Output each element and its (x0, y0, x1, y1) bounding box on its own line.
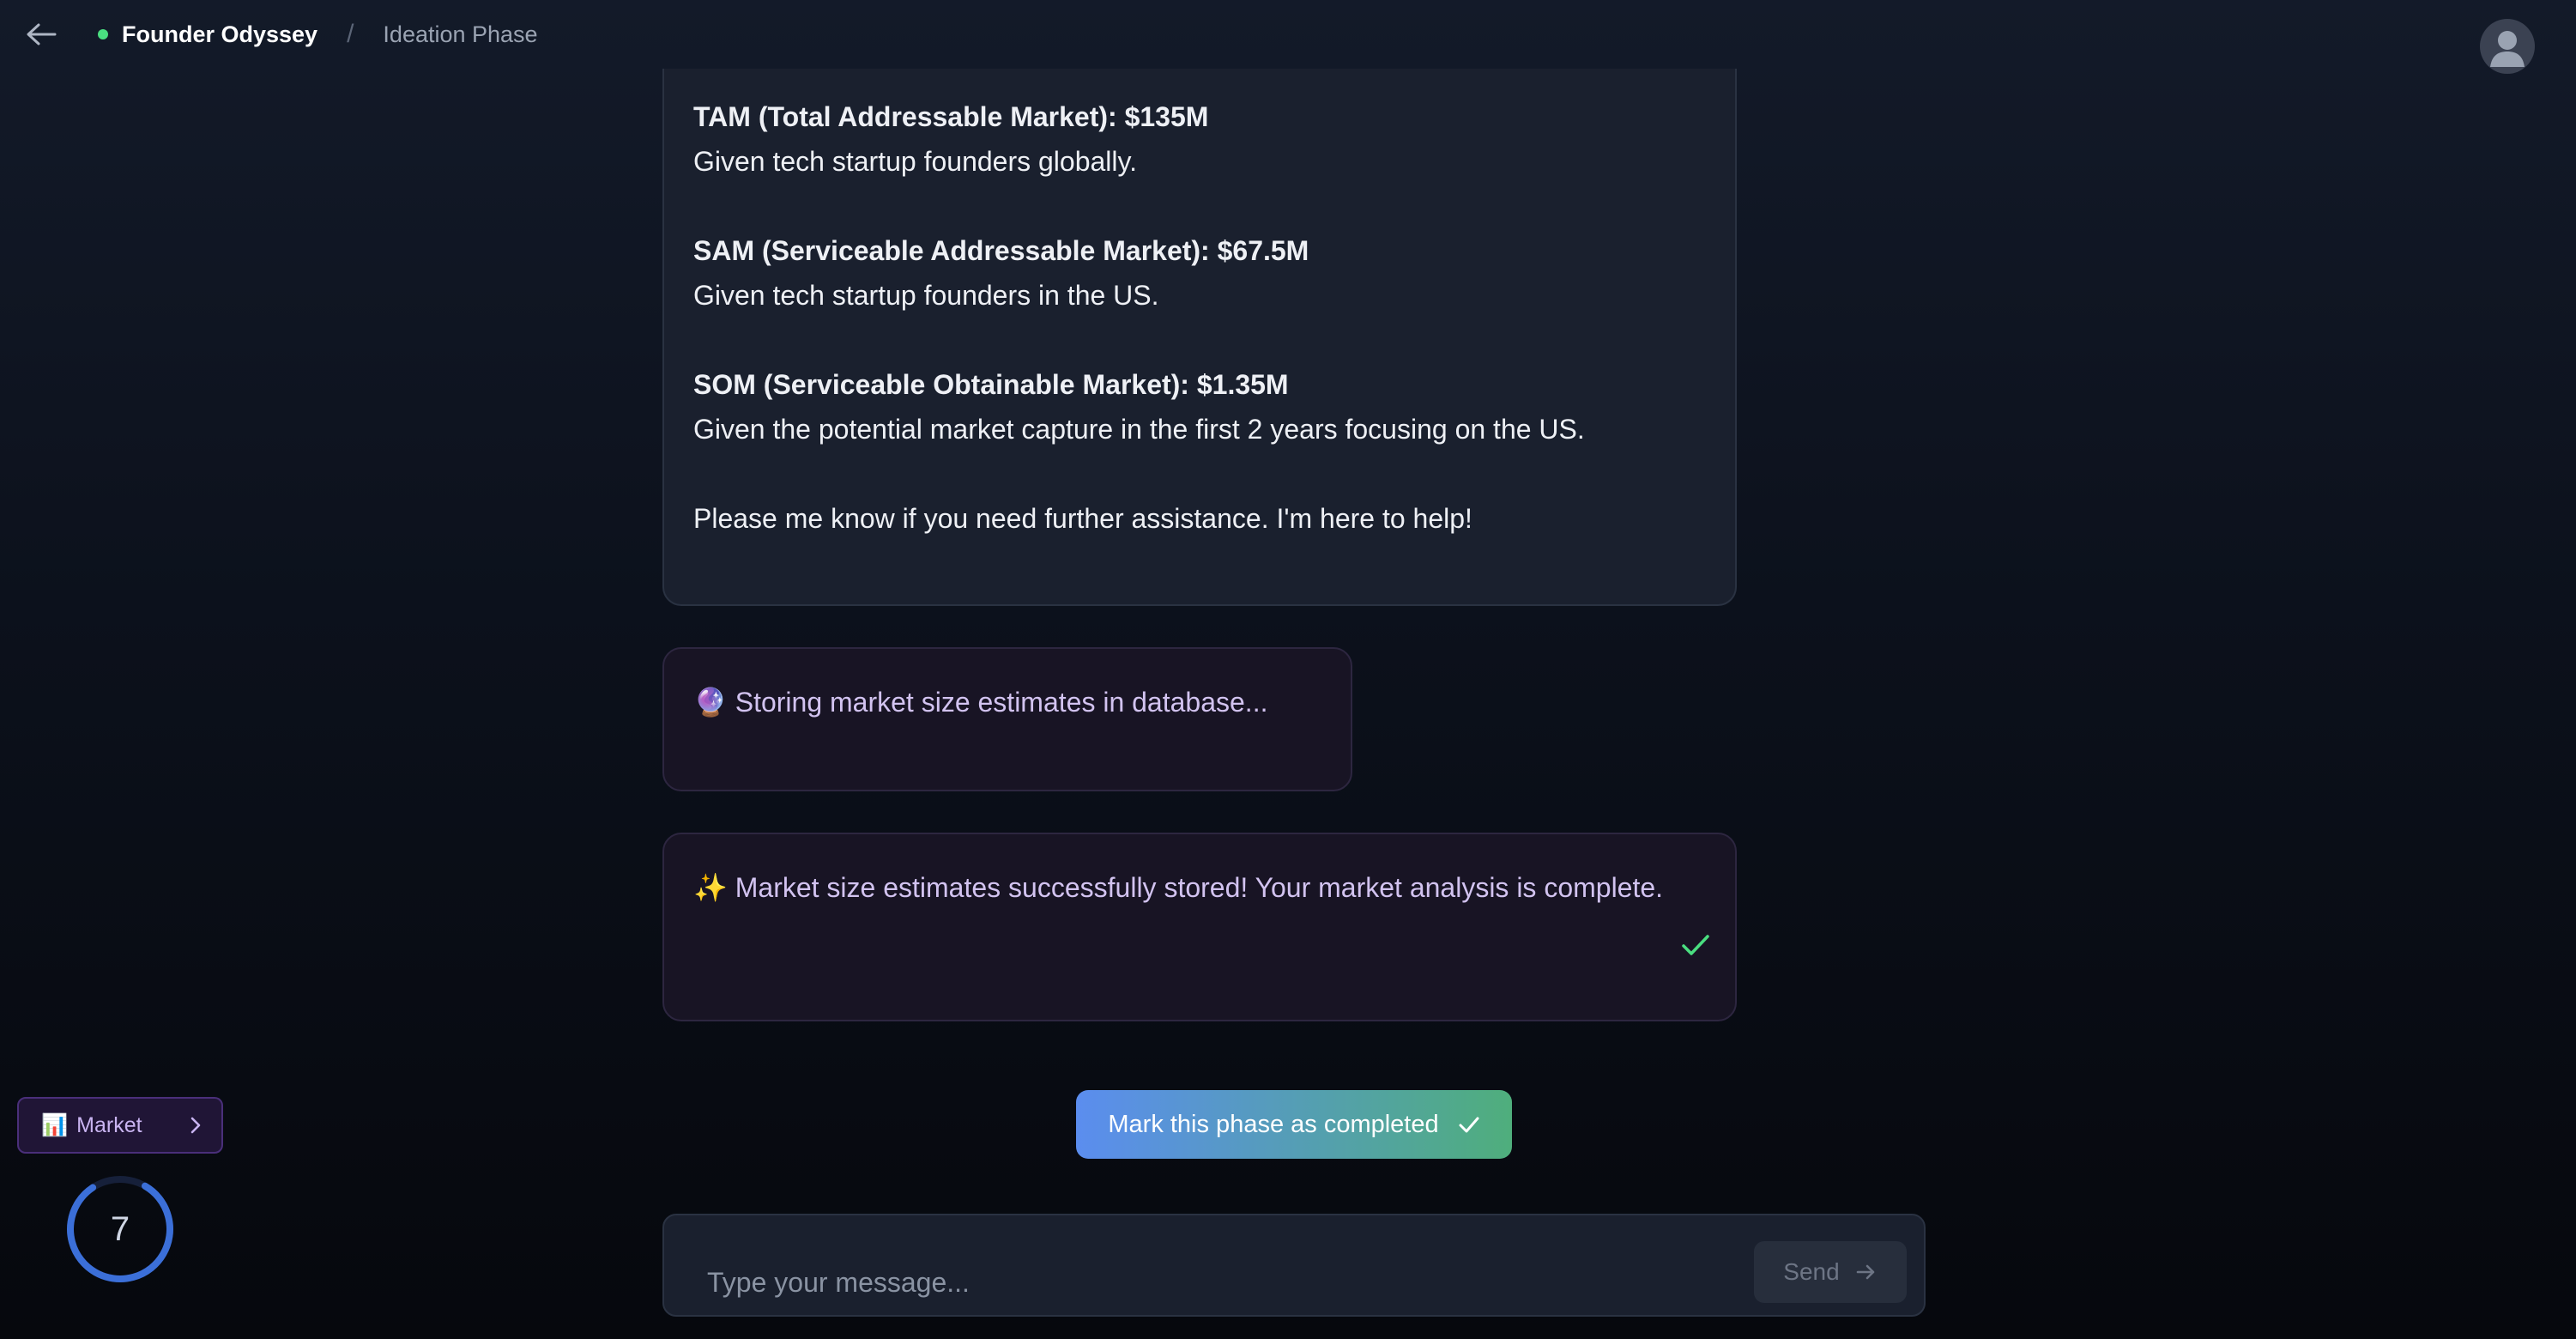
arrow-right-icon (1856, 1264, 1875, 1280)
message-composer: Send (662, 1214, 1926, 1317)
user-icon (2490, 31, 2525, 67)
success-text: Market size estimates successfully store… (735, 872, 1664, 903)
sparkles-icon: ✨ (693, 872, 728, 903)
chevron-right-icon (190, 1117, 201, 1134)
breadcrumb-app-name[interactable]: Founder Odyssey (122, 21, 317, 48)
sam-title: SAM (Serviceable Addressable Market): $6… (693, 235, 1309, 266)
sam-description: Given tech startup founders in the US. (693, 280, 1159, 311)
closing-text: Please me know if you need further assis… (693, 503, 1472, 534)
chart-icon: 📊 (41, 1112, 69, 1137)
mark-phase-completed-button[interactable]: Mark this phase as completed (1076, 1090, 1512, 1159)
check-icon (1459, 1117, 1479, 1133)
progress-count: 7 (110, 1209, 130, 1248)
mark-phase-completed-label: Mark this phase as completed (1108, 1110, 1439, 1138)
status-dot (98, 29, 108, 39)
som-description: Given the potential market capture in th… (693, 414, 1585, 445)
tam-description: Given tech startup founders globally. (693, 146, 1138, 177)
status-message: 🔮 Storing market size estimates in datab… (662, 647, 1352, 791)
back-button[interactable] (22, 15, 60, 53)
arrow-left-icon (27, 23, 57, 45)
avatar[interactable] (2480, 19, 2535, 74)
send-button[interactable]: Send (1754, 1241, 1907, 1303)
assistant-message: TAM (Total Addressable Market): $135M Gi… (662, 69, 1737, 606)
status-text: Storing market size estimates in databas… (735, 687, 1268, 718)
tam-title: TAM (Total Addressable Market): $135M (693, 101, 1209, 132)
send-label: Send (1783, 1258, 1840, 1285)
breadcrumb-phase: Ideation Phase (383, 21, 538, 47)
market-section-button[interactable]: 📊 Market (17, 1097, 223, 1154)
crystal-ball-icon: 🔮 (693, 687, 728, 718)
som-title: SOM (Serviceable Obtainable Market): $1.… (693, 369, 1289, 400)
breadcrumb-separator: / (347, 20, 354, 48)
market-label: Market (76, 1112, 142, 1137)
success-message: ✨ Market size estimates successfully sto… (662, 833, 1737, 1021)
breadcrumb: Founder Odyssey / Ideation Phase (98, 17, 538, 52)
check-icon (1682, 935, 1709, 955)
message-input[interactable] (705, 1262, 1533, 1303)
top-bar: Founder Odyssey / Ideation Phase (0, 0, 2576, 74)
